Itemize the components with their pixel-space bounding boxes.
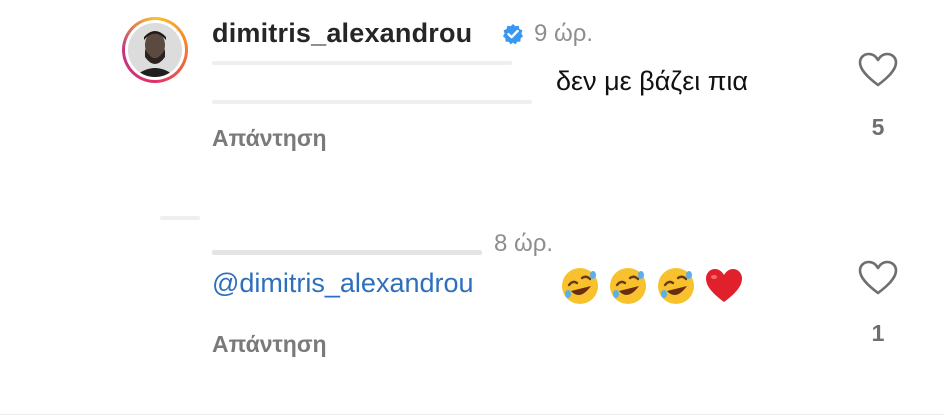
obscured-text [212,61,512,65]
rolling-on-floor-laughing-emoji [658,268,694,304]
username[interactable]: dimitris_alexandrou [212,18,472,49]
comment-timestamp: 9 ώρ. [534,20,594,47]
reply-button[interactable]: Απάντηση [212,125,327,152]
obscured-text [212,100,532,104]
comment-item: 8 ώρ. @dimitris_alexandrou Απάντηση 1 [0,210,944,400]
comment-timestamp: 8 ώρ. [494,230,554,257]
comment-text: δεν με βάζει πια [556,66,748,96]
like-count[interactable]: 5 [866,114,890,141]
comments-section: dimitris_alexandrou 9 ώρ. δεν με βάζει π… [0,0,944,420]
divider [0,414,944,415]
profile-photo-icon [128,23,182,77]
red-heart-emoji [706,269,742,302]
obscured-text [160,216,200,220]
mention-link[interactable]: @dimitris_alexandrou [212,268,474,299]
obscured-username [212,250,482,255]
comment-item: dimitris_alexandrou 9 ώρ. δεν με βάζει π… [0,0,944,190]
rolling-on-floor-laughing-emoji [610,268,646,304]
reply-button[interactable]: Απάντηση [212,331,327,358]
heart-outline-icon[interactable] [858,52,898,88]
avatar[interactable] [122,17,188,83]
rolling-on-floor-laughing-emoji [562,268,598,304]
avatar-ring-gap [125,20,185,80]
like-count[interactable]: 1 [866,320,890,347]
heart-outline-icon[interactable] [858,260,898,296]
verified-badge-icon [503,24,523,45]
